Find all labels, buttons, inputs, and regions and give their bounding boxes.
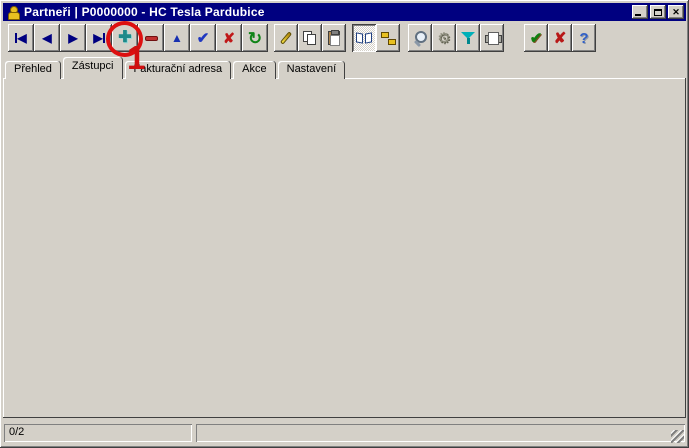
toolbar: ◀ ◀ ▶ ▶ ✚ ▲ ✔ ✘ ↻ ⚙ ✔ ✘ ? xyxy=(8,24,596,52)
tab-content-panel xyxy=(3,78,686,418)
statusbar: 0/2 xyxy=(3,421,686,445)
hierarchy-button[interactable] xyxy=(376,24,400,52)
check-icon: ✔ xyxy=(197,31,210,46)
print-button[interactable] xyxy=(480,24,504,52)
browse-button[interactable] xyxy=(352,24,376,52)
minimize-icon xyxy=(635,14,641,16)
toolbar-view-group xyxy=(352,24,400,52)
maximize-icon xyxy=(654,9,662,16)
x-icon: ✘ xyxy=(223,31,235,45)
red-x-icon: ✘ xyxy=(554,31,567,46)
maximize-button[interactable] xyxy=(650,5,666,19)
tab-akce[interactable]: Akce xyxy=(233,61,275,79)
prior-record-icon: ◀ xyxy=(42,32,51,44)
record-count-panel: 0/2 xyxy=(4,424,192,442)
paste-icon xyxy=(328,31,340,45)
paste-button[interactable] xyxy=(322,24,346,52)
prior-record-button[interactable]: ◀ xyxy=(34,24,60,52)
app-window: Partneři | P0000000 - HC Tesla Pardubice… xyxy=(0,0,689,448)
printer-icon xyxy=(485,32,500,44)
tab-nastaveni[interactable]: Nastavení xyxy=(278,61,346,79)
help-button[interactable]: ? xyxy=(572,24,596,52)
first-record-button[interactable]: ◀ xyxy=(8,24,34,52)
toolbar-tools-group: ⚙ xyxy=(408,24,504,52)
copy-button[interactable] xyxy=(298,24,322,52)
wand-button[interactable] xyxy=(274,24,298,52)
filter-button[interactable] xyxy=(456,24,480,52)
gear-icon: ⚙ xyxy=(437,31,450,46)
green-check-icon: ✔ xyxy=(530,31,543,46)
ok-button[interactable]: ✔ xyxy=(524,24,548,52)
post-record-button[interactable]: ✔ xyxy=(190,24,216,52)
app-icon xyxy=(6,5,20,19)
titlebar: Partneři | P0000000 - HC Tesla Pardubice… xyxy=(3,3,686,21)
close-icon: ✕ xyxy=(672,7,680,18)
last-record-icon: ▶ xyxy=(93,32,104,44)
discard-button[interactable]: ✘ xyxy=(548,24,572,52)
book-icon xyxy=(356,32,372,44)
locks-icon xyxy=(381,31,396,45)
cancel-record-button[interactable]: ✘ xyxy=(216,24,242,52)
annotation-step-number: 1 xyxy=(127,41,145,74)
toolbar-clipboard-group xyxy=(274,24,346,52)
toolbar-confirm-group: ✔ ✘ ? xyxy=(524,24,596,52)
copy-icon xyxy=(303,31,317,45)
refresh-icon: ↻ xyxy=(248,30,262,47)
tab-bar: Přehled Zástupci Fakturační adresa Akce … xyxy=(5,57,347,79)
refresh-button[interactable]: ↻ xyxy=(242,24,268,52)
first-record-icon: ◀ xyxy=(15,32,26,44)
status-message-panel xyxy=(196,424,685,442)
edit-record-button[interactable]: ▲ xyxy=(164,24,190,52)
question-icon: ? xyxy=(579,31,588,46)
filter-icon xyxy=(461,31,475,45)
resize-grip[interactable] xyxy=(671,430,684,443)
edit-icon: ▲ xyxy=(171,32,183,44)
settings-button[interactable]: ⚙ xyxy=(432,24,456,52)
wand-icon xyxy=(280,31,292,44)
close-button[interactable]: ✕ xyxy=(668,5,684,19)
next-record-icon: ▶ xyxy=(68,32,77,44)
search-icon xyxy=(413,31,427,45)
minus-icon xyxy=(145,36,158,41)
tab-zastupci[interactable]: Zástupci xyxy=(63,57,123,79)
next-record-button[interactable]: ▶ xyxy=(60,24,86,52)
search-button[interactable] xyxy=(408,24,432,52)
tab-prehled[interactable]: Přehled xyxy=(5,61,61,79)
minimize-button[interactable] xyxy=(632,5,648,19)
window-title: Partneři | P0000000 - HC Tesla Pardubice xyxy=(24,5,630,19)
